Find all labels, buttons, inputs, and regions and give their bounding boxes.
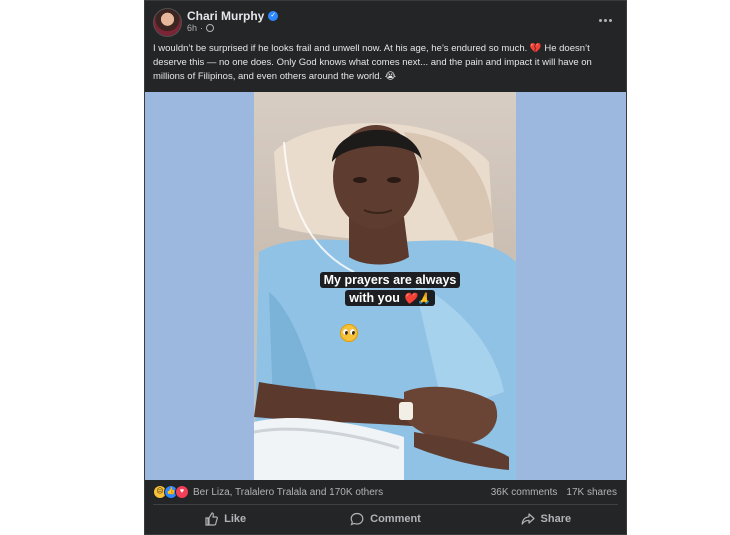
caption-line-1: My prayers are always	[319, 272, 461, 288]
share-arrow-icon	[521, 512, 535, 526]
author-name[interactable]: Chari Murphy	[187, 9, 264, 23]
like-label: Like	[224, 513, 247, 525]
comments-count[interactable]: 36K comments	[491, 487, 558, 498]
post-actions: Like Comment Share	[145, 506, 626, 532]
post-text: I wouldn’t be surprised if he looks frai…	[153, 43, 592, 82]
like-button[interactable]: Like	[145, 506, 305, 532]
post-meta: 6h ·	[187, 23, 215, 33]
facebook-post-card: Chari Murphy ✓ 6h · I wouldn’t be surpri…	[144, 0, 627, 535]
red-heart-emoji: ❤️	[403, 293, 418, 305]
comment-button[interactable]: Comment	[305, 506, 465, 532]
post-timestamp[interactable]: 6h	[187, 23, 197, 33]
share-button[interactable]: Share	[466, 506, 626, 532]
post-media[interactable]: My prayers are always with you ❤️🙏	[145, 92, 626, 480]
more-options-icon	[598, 18, 612, 22]
praying-hands-emoji: 🙏	[417, 293, 431, 305]
post-photo[interactable]: My prayers are always with you ❤️🙏	[254, 92, 516, 480]
post-stats: 36K comments 17K shares	[491, 487, 617, 498]
pleading-face-emoji	[340, 324, 358, 342]
share-label: Share	[540, 513, 572, 525]
author-row: Chari Murphy ✓	[187, 9, 279, 23]
author-avatar[interactable]	[153, 8, 182, 37]
meta-separator: ·	[200, 23, 204, 33]
shares-count[interactable]: 17K shares	[566, 487, 617, 498]
reactions-summary: ☹ 👍 ♥ Ber Liza, Tralalero Tralala and 17…	[145, 480, 626, 504]
reaction-icons[interactable]: ☹ 👍 ♥	[153, 485, 189, 499]
comment-label: Comment	[370, 513, 421, 525]
verified-badge-icon: ✓	[268, 11, 279, 21]
comment-bubble-icon	[350, 512, 364, 526]
love-react-icon: ♥	[175, 485, 189, 499]
post-header: Chari Murphy ✓ 6h ·	[145, 1, 626, 41]
photo-caption-overlay: My prayers are always with you ❤️🙏	[310, 271, 470, 308]
caption-line-2: with you	[349, 291, 400, 305]
reactors-text[interactable]: Ber Liza, Tralalero Tralala and 170K oth…	[193, 487, 383, 498]
actions-divider	[153, 504, 618, 505]
more-options-button[interactable]	[594, 11, 616, 29]
thumbs-up-icon	[204, 512, 219, 526]
globe-icon	[206, 24, 215, 32]
